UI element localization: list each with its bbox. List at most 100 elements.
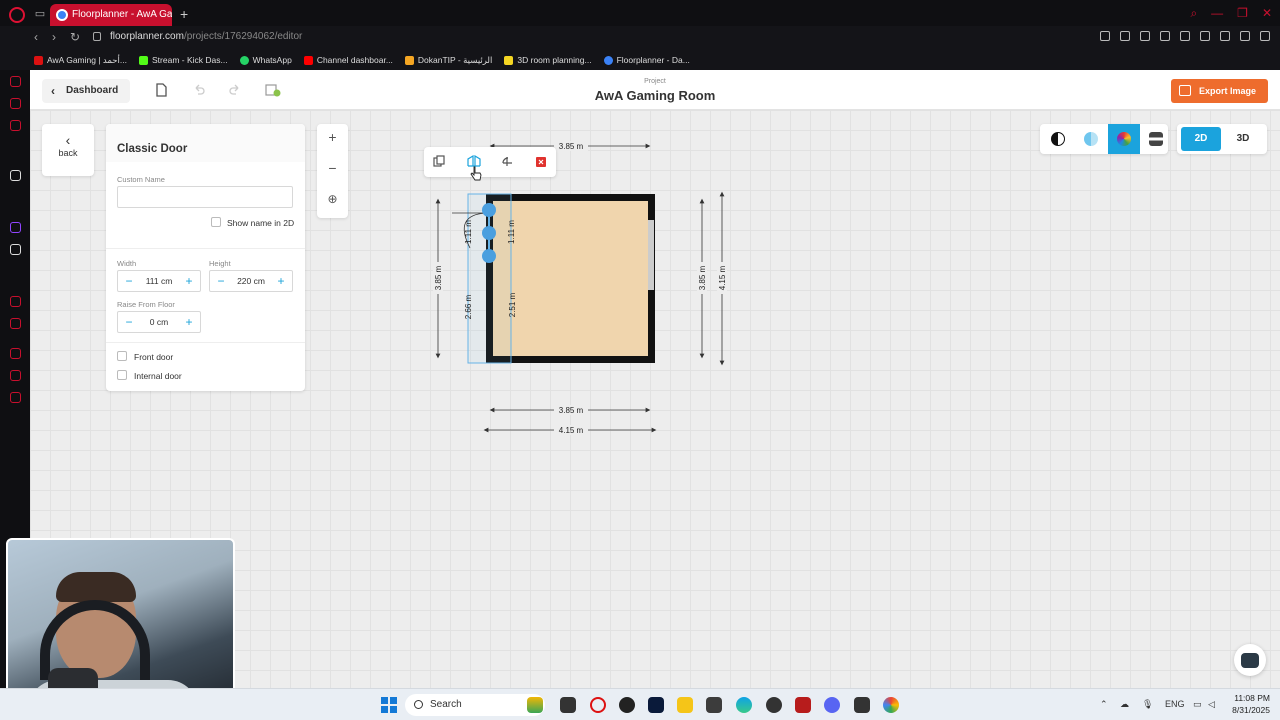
maximize-icon[interactable]: ❐ [1237, 6, 1248, 21]
extension-icon[interactable] [1200, 31, 1210, 41]
tab-floorplanner[interactable]: Floorplanner - AwA Gamin [50, 4, 172, 26]
task-view-icon[interactable] [560, 697, 576, 713]
back-nav-icon[interactable]: ‹ [34, 30, 38, 44]
bookmark-item[interactable]: DokanTIP - الرئيسية [404, 55, 492, 66]
contrast-icon[interactable] [1051, 132, 1065, 146]
bookmark-item[interactable]: WhatsApp [239, 55, 292, 65]
bookmark-label: AwA Gaming | أحمد... [47, 54, 128, 65]
app-window-icon[interactable] [854, 697, 870, 713]
clock[interactable]: 11:08 PM 8/31/2025 [1232, 692, 1270, 716]
bookmark-label: Floorplanner - Da... [616, 55, 690, 65]
forward-nav-icon[interactable]: › [52, 30, 56, 44]
taskbar-search[interactable]: Search [405, 694, 545, 716]
search-tabs-icon[interactable]: ⌕ [1190, 6, 1197, 21]
snapshot-icon[interactable] [1120, 31, 1130, 41]
settings-toggle-icon[interactable] [1149, 132, 1163, 146]
dim-label-right-inner: 3.85 m [698, 265, 707, 290]
player-icon[interactable] [10, 296, 21, 307]
arc-icon[interactable] [10, 170, 21, 181]
bookmark-item[interactable]: AwA Gaming | أحمد... [34, 55, 127, 66]
door-dim-left: 1.11 m [464, 220, 473, 244]
adblock-icon[interactable] [1140, 31, 1150, 41]
view-3d-button[interactable]: 3D [1223, 127, 1263, 151]
url-path: /projects/176294062/editor [183, 31, 303, 42]
door-handle-bottom[interactable] [482, 249, 496, 263]
bookmark-favicon-icon [404, 55, 414, 65]
browser-toolbar-icons [1100, 31, 1270, 41]
windows-start-icon[interactable] [381, 697, 397, 713]
new-tab-button[interactable]: + [180, 6, 188, 22]
address-bar: ‹ › ↻ floorplanner.com/projects/17629406… [0, 26, 1280, 50]
extensions-puzzle-icon[interactable] [1220, 31, 1230, 41]
app-dark-icon[interactable] [706, 697, 722, 713]
clock-date: 8/31/2025 [1232, 705, 1270, 715]
volume-icon[interactable]: ◁ [1208, 699, 1215, 710]
bookmarks-bar: AwA Gaming | أحمد... Stream - Kick Das..… [0, 50, 1280, 70]
duplicate-icon[interactable] [433, 155, 445, 167]
lock-icon [93, 32, 101, 41]
bookmark-favicon-icon [34, 55, 43, 65]
voice-app-icon[interactable] [795, 697, 811, 713]
view-mode-toggle: 2D 3D [1177, 124, 1267, 154]
door-handle-mid[interactable] [482, 226, 496, 240]
view-2d-button[interactable]: 2D [1181, 127, 1221, 151]
x-icon[interactable] [10, 244, 21, 255]
bookmark-item[interactable]: Floorplanner - Da... [603, 55, 690, 65]
floorplanner-favicon-icon [56, 9, 68, 21]
chrome-icon[interactable] [883, 697, 899, 713]
widget-app-icon[interactable] [527, 697, 543, 713]
help-chat-button[interactable] [1234, 644, 1266, 676]
delete-icon[interactable] [535, 155, 547, 167]
messenger-icon[interactable] [10, 98, 21, 109]
close-icon[interactable]: ✕ [1262, 6, 1272, 21]
minimize-icon[interactable]: — [1211, 6, 1223, 21]
pin-icon[interactable] [1100, 31, 1110, 41]
network-icon[interactable]: ▭ [1193, 699, 1202, 710]
aria-icon[interactable] [10, 76, 21, 87]
room-floor[interactable] [493, 201, 648, 356]
file-explorer-icon[interactable] [677, 697, 693, 713]
app-steam-icon[interactable] [766, 697, 782, 713]
reload-icon[interactable]: ↻ [70, 30, 80, 44]
dim-label-right-outer: 4.15 m [718, 265, 727, 290]
door-handle-top[interactable] [482, 203, 496, 217]
cursor-hand-icon [470, 166, 482, 181]
bookmark-favicon-icon [139, 55, 149, 65]
download-icon[interactable] [1240, 31, 1250, 41]
search-label: Search [430, 699, 462, 710]
language-indicator[interactable]: ENG [1165, 699, 1185, 709]
bookmark-favicon-icon [239, 55, 249, 65]
photoshop-icon[interactable] [648, 697, 664, 713]
send-icon[interactable] [1160, 31, 1170, 41]
dim-label-bottom-outer: 4.15 m [559, 426, 584, 435]
door-dim-right: 1.11 m [507, 220, 516, 244]
window[interactable] [648, 220, 654, 290]
microphone-icon[interactable]: 🎙 [1142, 699, 1153, 710]
opera-taskbar-icon[interactable] [590, 697, 606, 713]
bookmark-item[interactable]: Stream - Kick Das... [139, 55, 228, 65]
twitch-icon[interactable] [10, 222, 21, 233]
settings-icon[interactable] [10, 392, 21, 403]
color-wheel-icon[interactable] [1117, 132, 1131, 146]
edge-icon[interactable] [736, 697, 752, 713]
wall-dim-right: 2.51 m [508, 292, 517, 317]
opera-logo-icon[interactable] [9, 7, 25, 23]
instagram-icon[interactable] [10, 120, 21, 131]
blueprint-icon[interactable] [1084, 132, 1098, 146]
dim-label-bottom-inner: 3.85 m [559, 406, 584, 415]
tab-manager-icon[interactable]: ▭ [33, 8, 47, 20]
bookmark-item[interactable]: Channel dashboar... [303, 55, 393, 65]
discord-icon[interactable] [824, 697, 840, 713]
menu-icon[interactable] [1260, 31, 1270, 41]
bookmark-item[interactable]: 3D room planning... [504, 55, 592, 65]
onedrive-icon[interactable]: ☁ [1120, 699, 1129, 710]
heart-icon[interactable] [1180, 31, 1190, 41]
app-s-icon[interactable] [619, 697, 635, 713]
history-icon[interactable] [10, 348, 21, 359]
rotate-door-icon[interactable] [501, 155, 513, 167]
pinboard-icon[interactable] [10, 318, 21, 329]
speed-dial-icon[interactable] [10, 370, 21, 381]
dim-label-top: 3.85 m [559, 142, 584, 151]
tray-chevron-icon[interactable]: ⌃ [1100, 699, 1108, 710]
url-field[interactable]: floorplanner.com/projects/176294062/edit… [110, 31, 302, 42]
